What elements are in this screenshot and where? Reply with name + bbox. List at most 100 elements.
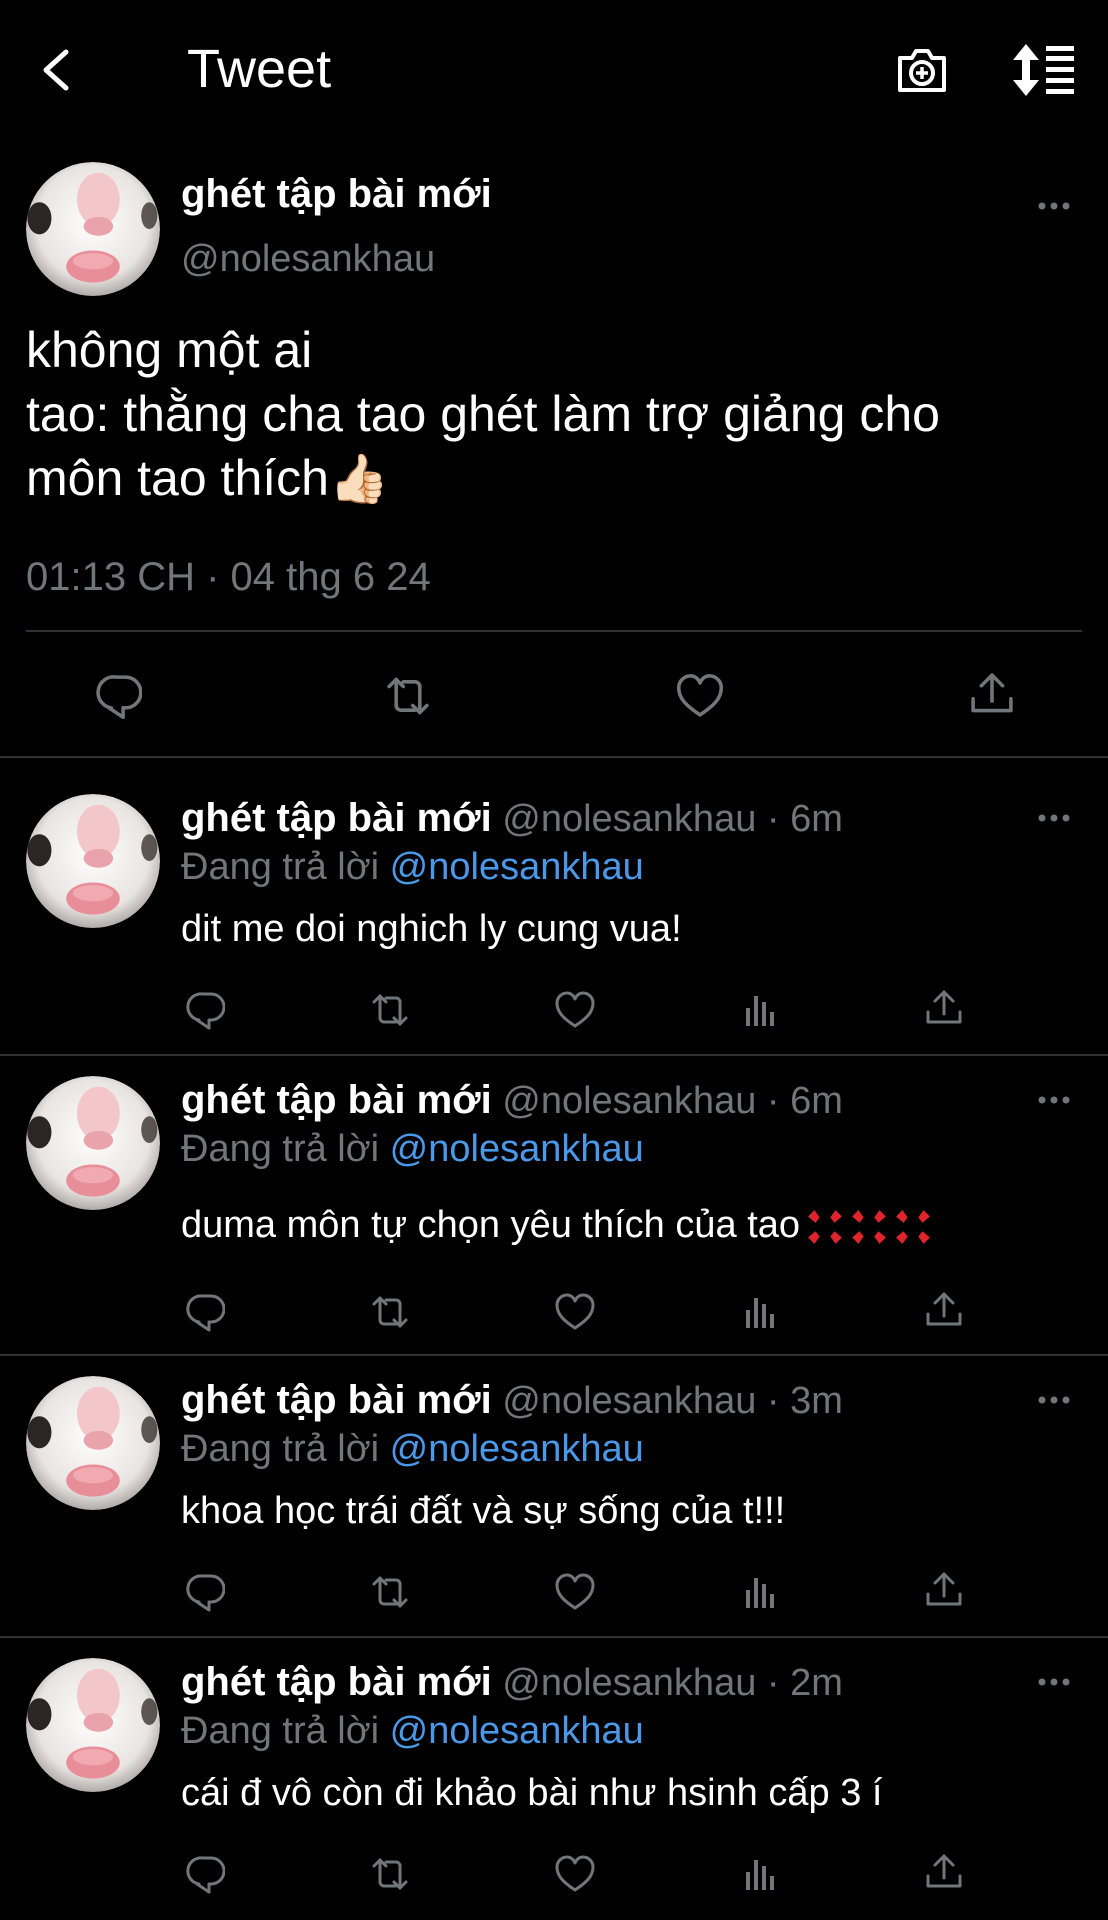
reply-tweet[interactable]: ghét tập bài mới @nolesankhau · 3m Đang … <box>0 1356 1108 1636</box>
replying-to: Đang trả lời @nolesankhau <box>181 1710 644 1753</box>
reply-button[interactable] <box>181 1852 225 1896</box>
reply-text: duma môn tự chọn yêu thích của tao <box>181 1204 801 1246</box>
more-button[interactable] <box>1034 1674 1074 1690</box>
camera-icon <box>898 49 946 92</box>
author-name[interactable]: ghét tập bài mới <box>181 796 492 840</box>
anger-emoji-icon <box>852 1210 886 1244</box>
author-name[interactable]: ghét tập bài mới <box>181 1078 492 1122</box>
like-button[interactable] <box>553 1852 597 1896</box>
author-name[interactable]: ghét tập bài mới <box>181 172 492 217</box>
views-button[interactable] <box>738 988 782 1032</box>
more-button[interactable] <box>1034 1392 1074 1408</box>
more-icon <box>1038 1096 1070 1104</box>
avatar[interactable] <box>26 1076 160 1210</box>
views-button[interactable] <box>738 1570 782 1614</box>
share-button[interactable] <box>922 1288 966 1332</box>
replying-prefix: Đang trả lời <box>181 1710 380 1752</box>
tweet-line-text: môn tao thích <box>26 450 329 506</box>
author-handle[interactable]: @nolesankhau <box>181 238 435 281</box>
more-button[interactable] <box>1034 198 1074 214</box>
reply-button[interactable] <box>181 1290 225 1334</box>
author-name[interactable]: ghét tập bài mới <box>181 1660 492 1704</box>
reply-text: cái đ vô còn đi khảo bài như hsinh cấp 3… <box>181 1772 883 1814</box>
reply-icon <box>186 1574 225 1612</box>
reply-button[interactable] <box>181 988 225 1032</box>
views-icon <box>746 996 774 1026</box>
divider <box>26 630 1082 632</box>
reply-header: ghét tập bài mới @nolesankhau · 3m <box>181 1378 843 1423</box>
reply-tweet[interactable]: ghét tập bài mới @nolesankhau · 6m Đang … <box>0 758 1108 1054</box>
avatar[interactable] <box>26 1376 160 1510</box>
reply-tweet[interactable]: ghét tập bài mới @nolesankhau · 6m Đang … <box>0 1056 1108 1354</box>
reply-text: dit me doi nghich ly cung vua! <box>181 908 682 950</box>
reply-text: khoa học trái đất và sự sống của t!!! <box>181 1490 786 1532</box>
more-icon <box>1038 1396 1070 1404</box>
retweet-icon <box>372 1576 408 1608</box>
avatar[interactable] <box>26 1658 160 1792</box>
retweet-button[interactable] <box>366 1570 414 1614</box>
camera-button[interactable] <box>894 42 950 98</box>
retweet-button[interactable] <box>380 670 436 722</box>
back-button[interactable] <box>34 40 82 100</box>
author-meta: @nolesankhau · 3m <box>502 1380 843 1422</box>
like-icon <box>555 1855 595 1892</box>
tweet-text: không một ai tao: thằng cha tao ghét làm… <box>26 318 940 512</box>
retweet-button[interactable] <box>366 1290 414 1334</box>
retweet-icon <box>372 994 408 1026</box>
share-icon <box>926 1854 962 1888</box>
mention-link[interactable]: @nolesankhau <box>390 846 644 888</box>
share-button[interactable] <box>922 1850 966 1894</box>
sort-button[interactable] <box>1012 40 1080 100</box>
reply-icon <box>186 992 225 1030</box>
reply-button[interactable] <box>90 670 142 722</box>
retweet-icon <box>372 1296 408 1328</box>
retweet-button[interactable] <box>366 988 414 1032</box>
share-button[interactable] <box>922 986 966 1030</box>
avatar[interactable] <box>26 794 160 928</box>
reply-button[interactable] <box>181 1570 225 1614</box>
views-button[interactable] <box>738 1852 782 1896</box>
anger-emoji-icon <box>896 1210 930 1244</box>
tweet-line: môn tao thích👍🏻 <box>26 446 940 512</box>
reply-header: ghét tập bài mới @nolesankhau · 6m <box>181 796 843 841</box>
replying-prefix: Đang trả lời <box>181 1128 380 1170</box>
views-icon <box>746 1860 774 1890</box>
sort-icon <box>1013 44 1074 96</box>
more-icon <box>1038 1678 1070 1686</box>
like-button[interactable] <box>553 988 597 1032</box>
share-icon <box>971 673 1013 713</box>
more-button[interactable] <box>1034 1092 1074 1108</box>
mention-link[interactable]: @nolesankhau <box>390 1128 644 1170</box>
views-icon <box>746 1298 774 1328</box>
share-button[interactable] <box>922 1568 966 1612</box>
reply-tweet[interactable]: ghét tập bài mới @nolesankhau · 2m Đang … <box>0 1638 1108 1920</box>
author-meta: @nolesankhau · 6m <box>502 798 843 840</box>
reply-icon <box>186 1856 225 1894</box>
reply-header: ghét tập bài mới @nolesankhau · 2m <box>181 1660 843 1705</box>
like-icon <box>555 1293 595 1330</box>
reply-icon <box>96 675 142 720</box>
like-icon <box>555 991 595 1028</box>
share-icon <box>926 990 962 1024</box>
like-button[interactable] <box>553 1570 597 1614</box>
like-icon <box>555 1573 595 1610</box>
replying-to: Đang trả lời @nolesankhau <box>181 1128 644 1171</box>
more-icon <box>1038 202 1070 210</box>
share-button[interactable] <box>966 668 1018 720</box>
like-icon <box>676 674 724 717</box>
mention-link[interactable]: @nolesankhau <box>390 1428 644 1470</box>
author-name[interactable]: ghét tập bài mới <box>181 1378 492 1422</box>
views-button[interactable] <box>738 1290 782 1334</box>
more-button[interactable] <box>1034 810 1074 826</box>
reply-text-row: duma môn tự chọn yêu thích của tao <box>181 1204 932 1247</box>
reply-icon <box>186 1294 225 1332</box>
like-button[interactable] <box>553 1290 597 1334</box>
retweet-button[interactable] <box>366 1852 414 1896</box>
share-icon <box>926 1292 962 1326</box>
avatar[interactable] <box>26 162 160 296</box>
like-button[interactable] <box>674 670 726 722</box>
thumbs-up-emoji: 👍🏻 <box>328 453 389 506</box>
tweet-line: tao: thằng cha tao ghét làm trợ giảng ch… <box>26 386 940 442</box>
more-icon <box>1038 814 1070 822</box>
mention-link[interactable]: @nolesankhau <box>390 1710 644 1752</box>
